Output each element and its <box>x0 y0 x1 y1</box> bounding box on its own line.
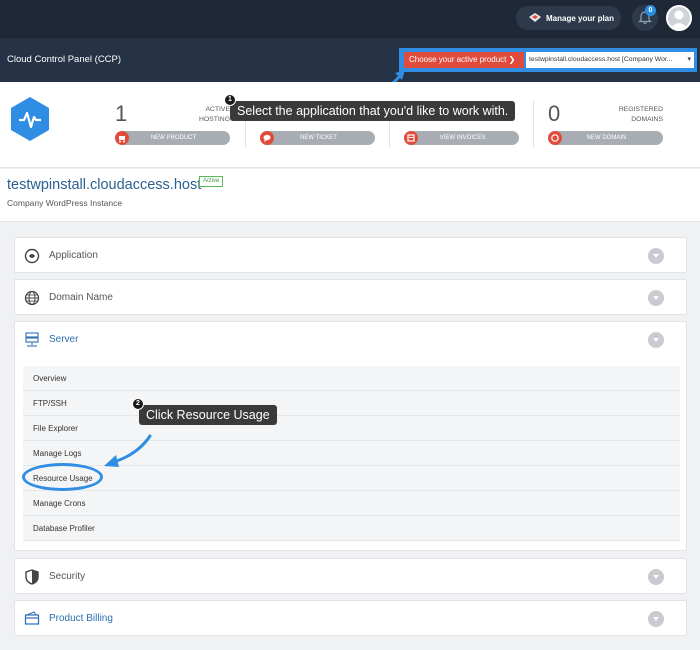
chevron-down-icon <box>653 617 659 621</box>
panel-domain-name-label: Domain Name <box>49 292 113 303</box>
server-item-ftp-ssh[interactable]: FTP/SSH <box>23 391 680 416</box>
server-item-overview[interactable]: Overview <box>23 366 680 391</box>
choose-product-label: Choose your active product ❯ <box>404 52 524 68</box>
tooltip-select-application: Select the application that you'd like t… <box>230 101 516 121</box>
resource-usage-highlight <box>22 463 103 491</box>
stat-domains-label: REGISTERED DOMAINS <box>618 106 663 123</box>
panel-product-billing[interactable]: Product Billing <box>14 600 687 636</box>
pointer-arrow-icon <box>104 434 152 467</box>
stat-active-hosting-label: ACTIVE HOSTING <box>199 106 230 123</box>
active-product-value: testwpinstall.cloudaccess.host [Company … <box>529 56 673 63</box>
server-icon <box>25 332 39 347</box>
collapse-toggle[interactable] <box>648 332 664 348</box>
step-2-badge: 2 <box>132 398 144 410</box>
chevron-down-icon <box>653 296 659 300</box>
chevron-down-icon <box>653 338 659 342</box>
credit-card-icon <box>24 611 40 625</box>
panel-product-billing-label: Product Billing <box>49 613 113 624</box>
avatar[interactable] <box>666 5 692 31</box>
panel-security[interactable]: Security <box>14 558 687 594</box>
new-ticket-button[interactable]: NEW TICKET <box>262 131 375 145</box>
view-invoices-button[interactable]: VIEW INVOICES <box>406 131 519 145</box>
cart-icon <box>115 131 129 145</box>
stat-divider <box>533 100 534 148</box>
globe-icon <box>548 131 562 145</box>
panel-security-label: Security <box>49 571 86 582</box>
expand-toggle[interactable] <box>648 248 664 264</box>
panel-server-label: Server <box>49 334 79 345</box>
shield-icon <box>25 569 39 585</box>
globe-icon <box>24 290 40 306</box>
cloudaccess-logo-icon <box>11 97 49 141</box>
stat-active-hosting-count: 1 <box>115 101 128 126</box>
status-badge: Active <box>199 176 224 187</box>
expand-toggle[interactable] <box>648 569 664 585</box>
user-icon <box>670 10 688 29</box>
expand-toggle[interactable] <box>648 611 664 627</box>
manage-plan-label: Manage your plan <box>546 13 615 23</box>
new-product-button[interactable]: NEW PRODUCT <box>117 131 230 145</box>
caret-down-icon: ▾ <box>687 56 691 63</box>
stats-strip <box>0 82 700 168</box>
manage-plan-button[interactable]: Manage your plan <box>516 6 621 30</box>
panel-application-label: Application <box>49 250 98 261</box>
expand-toggle[interactable] <box>648 290 664 306</box>
server-item-manage-crons[interactable]: Manage Crons <box>23 491 680 516</box>
panel-application[interactable]: Application <box>14 237 687 273</box>
chevron-down-icon <box>653 575 659 579</box>
notification-count-badge: 0 <box>645 5 656 16</box>
site-domain-title: testwpinstall.cloudaccess.host <box>7 177 202 193</box>
server-item-database-profiler[interactable]: Database Profiler <box>23 516 680 541</box>
chevron-down-icon <box>653 254 659 258</box>
site-subtitle: Company WordPress Instance <box>7 198 123 208</box>
puzzle-icon <box>24 248 40 264</box>
new-domain-button[interactable]: NEW DOMAIN <box>550 131 663 145</box>
ticket-icon <box>529 13 541 22</box>
app-title: Cloud Control Panel (CCP) <box>7 54 122 65</box>
panel-domain-name[interactable]: Domain Name <box>14 279 687 315</box>
invoice-icon <box>404 131 418 145</box>
chat-icon <box>260 131 274 145</box>
step-1-badge: 1 <box>224 94 236 106</box>
tooltip-click-resource-usage: Click Resource Usage <box>139 405 277 425</box>
active-product-select[interactable]: testwpinstall.cloudaccess.host [Company … <box>526 52 694 68</box>
stat-domains-count: 0 <box>548 101 561 126</box>
